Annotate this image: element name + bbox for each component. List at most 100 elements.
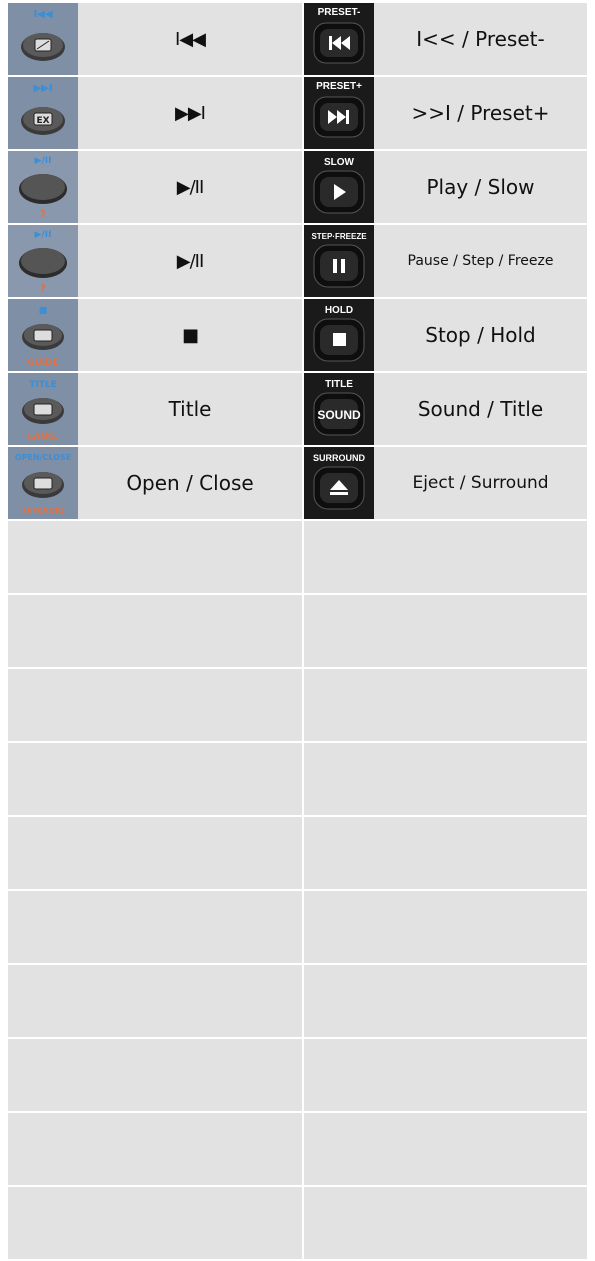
empty-cell	[304, 521, 587, 593]
empty-rows	[8, 521, 587, 1259]
svg-text:LANG.: LANG.	[27, 432, 58, 442]
old-remote-play-pause-button-icon: ▶/II ?	[8, 225, 78, 297]
empty-cell	[8, 743, 302, 815]
table-row: ▶▶I EX ▶▶I PRESET+ >>I / Preset+	[8, 77, 587, 149]
eject-icon: SURROUND	[304, 447, 374, 519]
svg-text:PRESET-: PRESET-	[318, 7, 361, 18]
button-mapping-table: I◀◀ I◀◀ PRESET- I<< / Preset- ▶▶I EX ▶▶I…	[8, 3, 587, 1261]
new-remote-label: >>I / Preset+	[411, 101, 550, 125]
old-remote-cell: ■ GUIDE ■	[8, 299, 302, 371]
empty-table-row	[8, 817, 587, 889]
empty-cell	[8, 521, 302, 593]
old-remote-open-close-button-icon: OPEN/CLOSE TV/RADIO	[8, 447, 78, 519]
pause-icon: STEP·FREEZE	[304, 225, 374, 297]
old-remote-cell: TITLE LANG. Title	[8, 373, 302, 445]
svg-text:SLOW: SLOW	[324, 157, 355, 168]
svg-text:STEP·FREEZE: STEP·FREEZE	[311, 232, 367, 241]
empty-table-row	[8, 595, 587, 667]
empty-cell	[304, 743, 587, 815]
svg-text:HOLD: HOLD	[325, 305, 353, 316]
empty-cell	[8, 965, 302, 1037]
svg-text:OPEN/CLOSE: OPEN/CLOSE	[15, 453, 71, 462]
table-row: ▶/II ? ▶/II STEP·FREEZE Pause / Step / F…	[8, 225, 587, 297]
empty-cell	[8, 1039, 302, 1111]
table-row: TITLE LANG. Title TITLE SOUND Sound / Ti…	[8, 373, 587, 445]
empty-cell	[304, 1039, 587, 1111]
new-remote-label: Pause / Step / Freeze	[407, 253, 554, 269]
svg-text:▶/II: ▶/II	[35, 230, 52, 240]
new-remote-cell: PRESET- I<< / Preset-	[304, 3, 587, 75]
empty-cell	[8, 891, 302, 963]
old-remote-cell: ▶/II ? ▶/II	[8, 151, 302, 223]
skip-forward-icon: PRESET+	[304, 77, 374, 149]
empty-cell	[304, 965, 587, 1037]
svg-text:I◀◀: I◀◀	[33, 9, 52, 20]
new-remote-cell: SURROUND Eject / Surround	[304, 447, 587, 519]
svg-text:GUIDE: GUIDE	[27, 358, 59, 368]
new-remote-cell: PRESET+ >>I / Preset+	[304, 77, 587, 149]
empty-cell	[304, 669, 587, 741]
new-remote-cell: HOLD Stop / Hold	[304, 299, 587, 371]
new-remote-label: Stop / Hold	[425, 323, 536, 347]
old-remote-label: ▶▶I	[175, 102, 206, 124]
empty-cell	[304, 1113, 587, 1185]
new-remote-cell: SLOW Play / Slow	[304, 151, 587, 223]
table-row: I◀◀ I◀◀ PRESET- I<< / Preset-	[8, 3, 587, 75]
empty-table-row	[8, 891, 587, 963]
empty-cell	[304, 595, 587, 667]
table-row: ▶/II ? ▶/II SLOW Play / Slow	[8, 151, 587, 223]
svg-text:TITLE: TITLE	[325, 379, 353, 390]
old-remote-cell: I◀◀ I◀◀	[8, 3, 302, 75]
empty-table-row	[8, 743, 587, 815]
svg-text:▶▶I: ▶▶I	[33, 83, 52, 94]
old-remote-cell: ▶▶I EX ▶▶I	[8, 77, 302, 149]
svg-text:▶/II: ▶/II	[35, 156, 52, 166]
svg-text:EX: EX	[36, 116, 49, 126]
empty-cell	[304, 1187, 587, 1259]
old-remote-cell: OPEN/CLOSE TV/RADIO Open / Close	[8, 447, 302, 519]
svg-text:?: ?	[40, 283, 46, 294]
skip-back-icon: PRESET-	[304, 3, 374, 75]
new-remote-cell: TITLE SOUND Sound / Title	[304, 373, 587, 445]
empty-cell	[304, 891, 587, 963]
old-remote-label: ▶/II	[176, 176, 205, 198]
old-remote-label: Title	[168, 397, 212, 421]
old-remote-stop-button-icon: ■ GUIDE	[8, 299, 78, 371]
sound-button-icon: TITLE SOUND	[304, 373, 374, 445]
empty-table-row	[8, 1113, 587, 1185]
empty-table-row	[8, 1039, 587, 1111]
old-remote-label: I◀◀	[175, 28, 206, 50]
empty-table-row	[8, 521, 587, 593]
empty-cell	[8, 595, 302, 667]
old-remote-label: Open / Close	[126, 471, 254, 495]
svg-text:TITLE: TITLE	[29, 380, 57, 390]
new-remote-label: Play / Slow	[426, 175, 535, 199]
old-remote-label: ■	[181, 324, 199, 346]
svg-text:PRESET+: PRESET+	[316, 81, 362, 92]
new-remote-cell: STEP·FREEZE Pause / Step / Freeze	[304, 225, 587, 297]
old-remote-play-pause-button-icon: ▶/II ?	[8, 151, 78, 223]
new-remote-label: Eject / Surround	[412, 473, 549, 493]
old-remote-next-button-icon: ▶▶I EX	[8, 77, 78, 149]
old-remote-title-button-icon: TITLE LANG.	[8, 373, 78, 445]
empty-cell	[8, 669, 302, 741]
stop-icon: HOLD	[304, 299, 374, 371]
play-icon: SLOW	[304, 151, 374, 223]
svg-text:SOUND: SOUND	[317, 408, 361, 422]
table-row: ■ GUIDE ■ HOLD Stop / Hold	[8, 299, 587, 371]
empty-table-row	[8, 1187, 587, 1259]
empty-cell	[304, 817, 587, 889]
old-remote-label: ▶/II	[176, 250, 205, 272]
svg-text:■: ■	[39, 306, 48, 316]
old-remote-prev-button-icon: I◀◀	[8, 3, 78, 75]
empty-cell	[8, 1187, 302, 1259]
empty-cell	[8, 817, 302, 889]
new-remote-label: Sound / Title	[417, 397, 544, 421]
new-remote-label: I<< / Preset-	[416, 27, 545, 51]
svg-text:SURROUND: SURROUND	[313, 453, 366, 463]
empty-table-row	[8, 965, 587, 1037]
table-row: OPEN/CLOSE TV/RADIO Open / Close SURROUN…	[8, 447, 587, 519]
svg-text:?: ?	[40, 209, 46, 220]
old-remote-cell: ▶/II ? ▶/II	[8, 225, 302, 297]
empty-cell	[8, 1113, 302, 1185]
